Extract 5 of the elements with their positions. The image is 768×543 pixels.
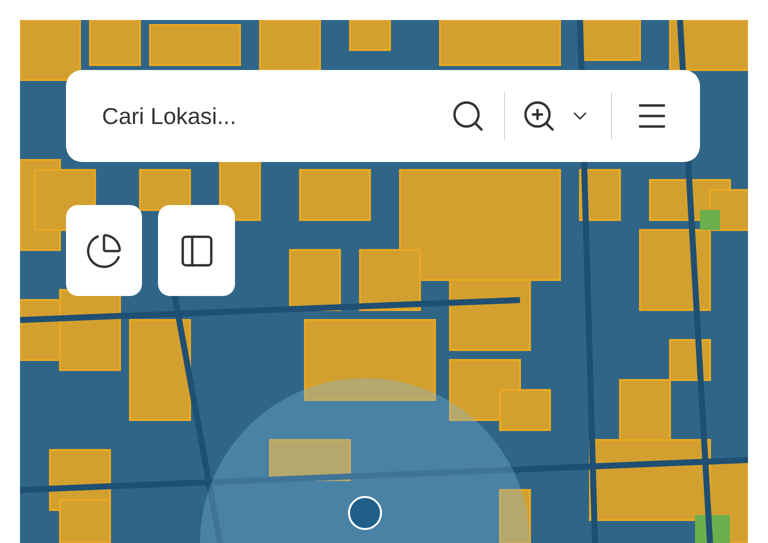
pie-chart-icon <box>85 232 123 270</box>
panel-button[interactable] <box>158 205 235 296</box>
search-bar[interactable]: Cari Lokasi... <box>66 70 700 162</box>
search-field[interactable]: Cari Lokasi... <box>102 92 444 140</box>
chart-button[interactable] <box>66 205 142 296</box>
